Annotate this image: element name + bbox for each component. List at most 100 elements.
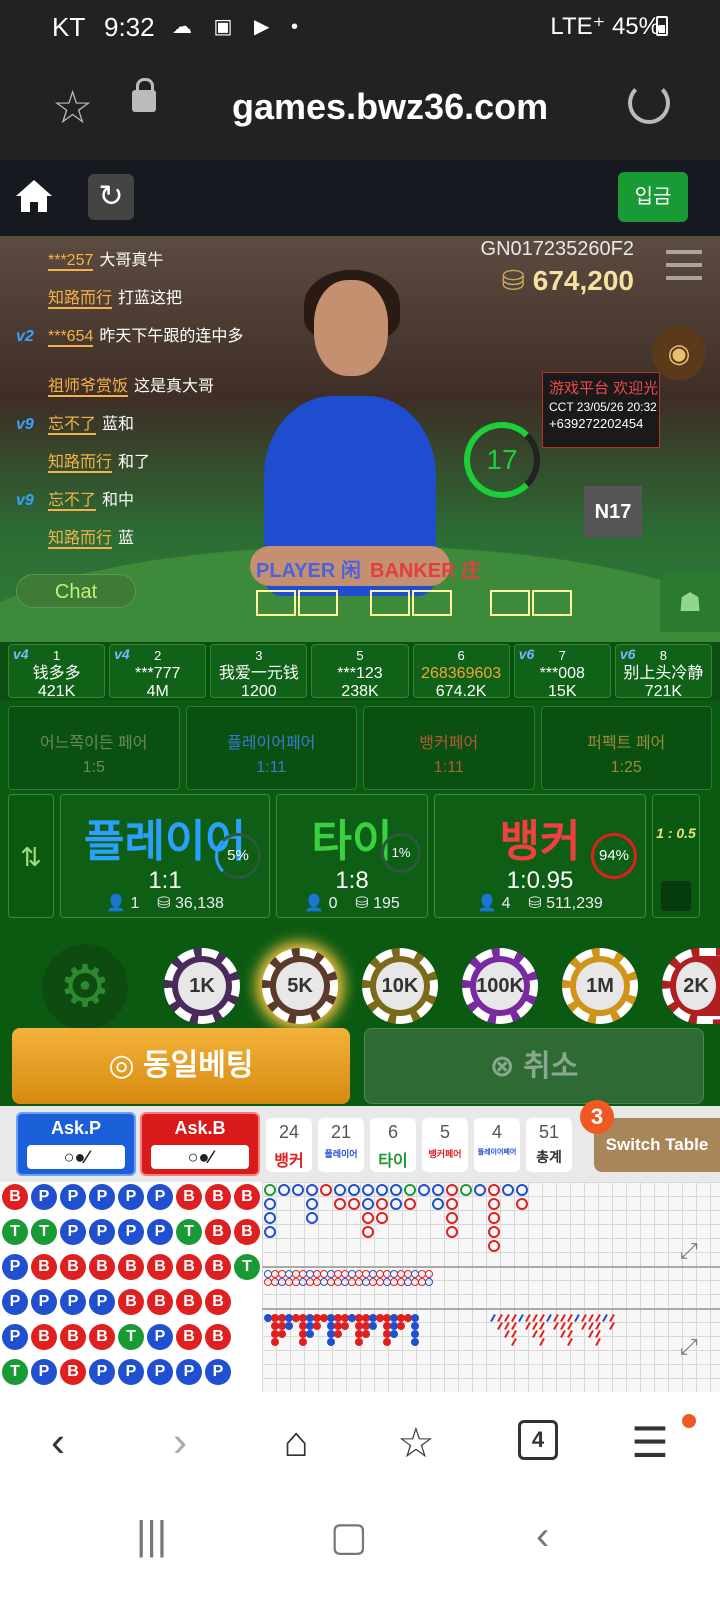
- cockroach-road-mark: [553, 1314, 559, 1322]
- action-buttons: ◎ 동일베팅 ⊗ 취소: [0, 1028, 720, 1106]
- chip-2k[interactable]: 2K: [662, 948, 720, 1024]
- recent-apps-icon[interactable]: |||: [136, 1514, 167, 1559]
- small-road-mark: [383, 1338, 391, 1346]
- gear-icon[interactable]: ⚙: [42, 944, 128, 1030]
- chip-1k[interactable]: 1K: [164, 948, 240, 1024]
- lock-icon[interactable]: [132, 78, 156, 112]
- chat-button[interactable]: Chat: [16, 574, 136, 608]
- big-road-mark: [362, 1198, 374, 1210]
- bead-cell: B: [205, 1184, 231, 1210]
- toggle-layout-icon[interactable]: ⇅: [8, 794, 54, 918]
- seat[interactable]: v4 1 钱多多 421K: [8, 644, 106, 700]
- big-road: ⤢ ⤢: [262, 1182, 720, 1392]
- seat[interactable]: 6 268369603 674.2K: [412, 644, 510, 700]
- small-road-mark: [411, 1322, 419, 1330]
- chat-message: 知路而行 和了: [48, 454, 151, 473]
- deposit-button[interactable]: 입금: [618, 172, 688, 222]
- small-road-mark: [271, 1338, 279, 1346]
- cockroach-road-mark: [511, 1330, 517, 1338]
- player-bet[interactable]: 플레이어 1:1 5% 👤 1 ⛁ 36,138: [60, 794, 270, 918]
- switch-table-button[interactable]: Switch Table: [594, 1118, 720, 1172]
- ask-player-button[interactable]: Ask.P ○●∕: [16, 1112, 136, 1176]
- back-nav-icon[interactable]: ‹: [536, 1514, 549, 1559]
- tie-bet[interactable]: 타이 1:8 1% 👤 0 ⛁ 195: [276, 794, 428, 918]
- either-pair-bet[interactable]: 어느쪽이든 페어 1:5: [8, 706, 180, 790]
- menu-icon[interactable]: ☰: [620, 1418, 680, 1467]
- seat[interactable]: v4 2 ***777 4M: [109, 644, 207, 700]
- perfect-pair-bet[interactable]: 퍼펙트 페어 1:25: [540, 706, 712, 790]
- bead-cell: P: [2, 1254, 28, 1280]
- big-road-mark: [474, 1184, 486, 1196]
- chip-100k[interactable]: 100K: [462, 948, 538, 1024]
- cockroach-road-mark: [567, 1322, 573, 1330]
- extra-card-boxes: [490, 590, 574, 620]
- cockroach-road-mark: [560, 1330, 566, 1338]
- bookmarks-icon[interactable]: ☆: [386, 1418, 446, 1467]
- menu-icon[interactable]: [666, 250, 702, 280]
- big-road-mark: [390, 1198, 402, 1210]
- notification-badge: 3: [580, 1100, 614, 1134]
- big-road-mark: [516, 1198, 528, 1210]
- wifi-icon[interactable]: ◉: [652, 326, 706, 380]
- player-card-boxes: [256, 590, 340, 620]
- seat[interactable]: 5 ***123 238K: [311, 644, 409, 700]
- repeat-bet-button[interactable]: ◎ 동일베팅: [12, 1028, 350, 1104]
- bead-cell: P: [60, 1219, 86, 1245]
- bead-cell: B: [31, 1254, 57, 1280]
- big-road-mark: [264, 1226, 276, 1238]
- bead-cell: B: [118, 1254, 144, 1280]
- banker-pair-count: 5 뱅커페어: [422, 1118, 468, 1172]
- banker-bet[interactable]: 뱅커 1:0.95 94% 👤 4 ⛁ 511,239: [434, 794, 646, 918]
- expand-icon[interactable]: ⤢: [680, 1238, 706, 1264]
- big-road-mark: [362, 1226, 374, 1238]
- chat-message: v2 ***654 昨天下午跟的连中多: [16, 328, 244, 347]
- forward-icon[interactable]: ›: [150, 1418, 210, 1466]
- seat[interactable]: 3 我爱一元钱 1200: [210, 644, 308, 700]
- ask-banker-button[interactable]: Ask.B ○●∕: [140, 1112, 260, 1176]
- seat[interactable]: v6 7 ***008 15K: [513, 644, 611, 700]
- bead-cell: B: [60, 1254, 86, 1280]
- banker-pair-bet[interactable]: 뱅커페어 1:11: [363, 706, 535, 790]
- cancel-button[interactable]: ⊗ 취소: [364, 1028, 704, 1104]
- big-road-mark: [306, 1212, 318, 1224]
- cockroach-road-mark: [539, 1322, 545, 1330]
- tie-percent: 1%: [381, 833, 421, 873]
- player-pair-bet[interactable]: 플레이어페어 1:11: [185, 706, 357, 790]
- bookmark-star-icon[interactable]: ☆: [52, 80, 93, 134]
- refresh-button[interactable]: ↻: [88, 174, 134, 220]
- bead-cell: P: [60, 1289, 86, 1315]
- cockroach-road-mark: [595, 1338, 601, 1346]
- bead-cell: P: [31, 1289, 57, 1315]
- back-icon[interactable]: ‹: [28, 1418, 88, 1466]
- players-icon[interactable]: ☗: [660, 572, 720, 632]
- chip-1m[interactable]: 1M: [562, 948, 638, 1024]
- home-icon[interactable]: [14, 176, 54, 216]
- bead-cell: T: [176, 1219, 202, 1245]
- cockroach-road-mark: [539, 1330, 545, 1338]
- bead-cell: T: [234, 1254, 260, 1280]
- seat[interactable]: v6 8 别上头冷静 721K: [614, 644, 712, 700]
- reload-icon[interactable]: [628, 82, 670, 124]
- small-road-mark: [411, 1330, 419, 1338]
- repeat-icon: ◎: [108, 1049, 144, 1082]
- expand-icon[interactable]: ⤢: [680, 1334, 706, 1360]
- home-button-icon[interactable]: ▢: [330, 1514, 368, 1560]
- chip-10k[interactable]: 10K: [362, 948, 438, 1024]
- cockroach-road-mark: [504, 1330, 510, 1338]
- bead-cell: P: [31, 1184, 57, 1210]
- big-road-mark: [306, 1198, 318, 1210]
- cockroach-road-mark: [595, 1322, 601, 1330]
- home-icon[interactable]: ⌂: [266, 1418, 326, 1466]
- cockroach-road-mark: [511, 1338, 517, 1346]
- small-road-mark: [313, 1322, 321, 1330]
- url-text[interactable]: games.bwz36.com: [232, 86, 548, 128]
- bead-cell: T: [31, 1219, 57, 1245]
- bead-cell: B: [147, 1289, 173, 1315]
- extra-bet[interactable]: 1 : 0.5: [652, 794, 700, 918]
- banker-stats: 👤 4 ⛁ 511,239: [477, 895, 603, 912]
- chip-5k[interactable]: 5K: [262, 948, 338, 1024]
- big-road-mark: [334, 1198, 346, 1210]
- chat-log: ***257 大哥真牛 知路而行 打蓝这把 v2 ***654 昨天下午跟的连中多 祖师…: [16, 250, 266, 566]
- banker-percent: 94%: [591, 833, 637, 879]
- tabs-button[interactable]: 4: [518, 1420, 558, 1460]
